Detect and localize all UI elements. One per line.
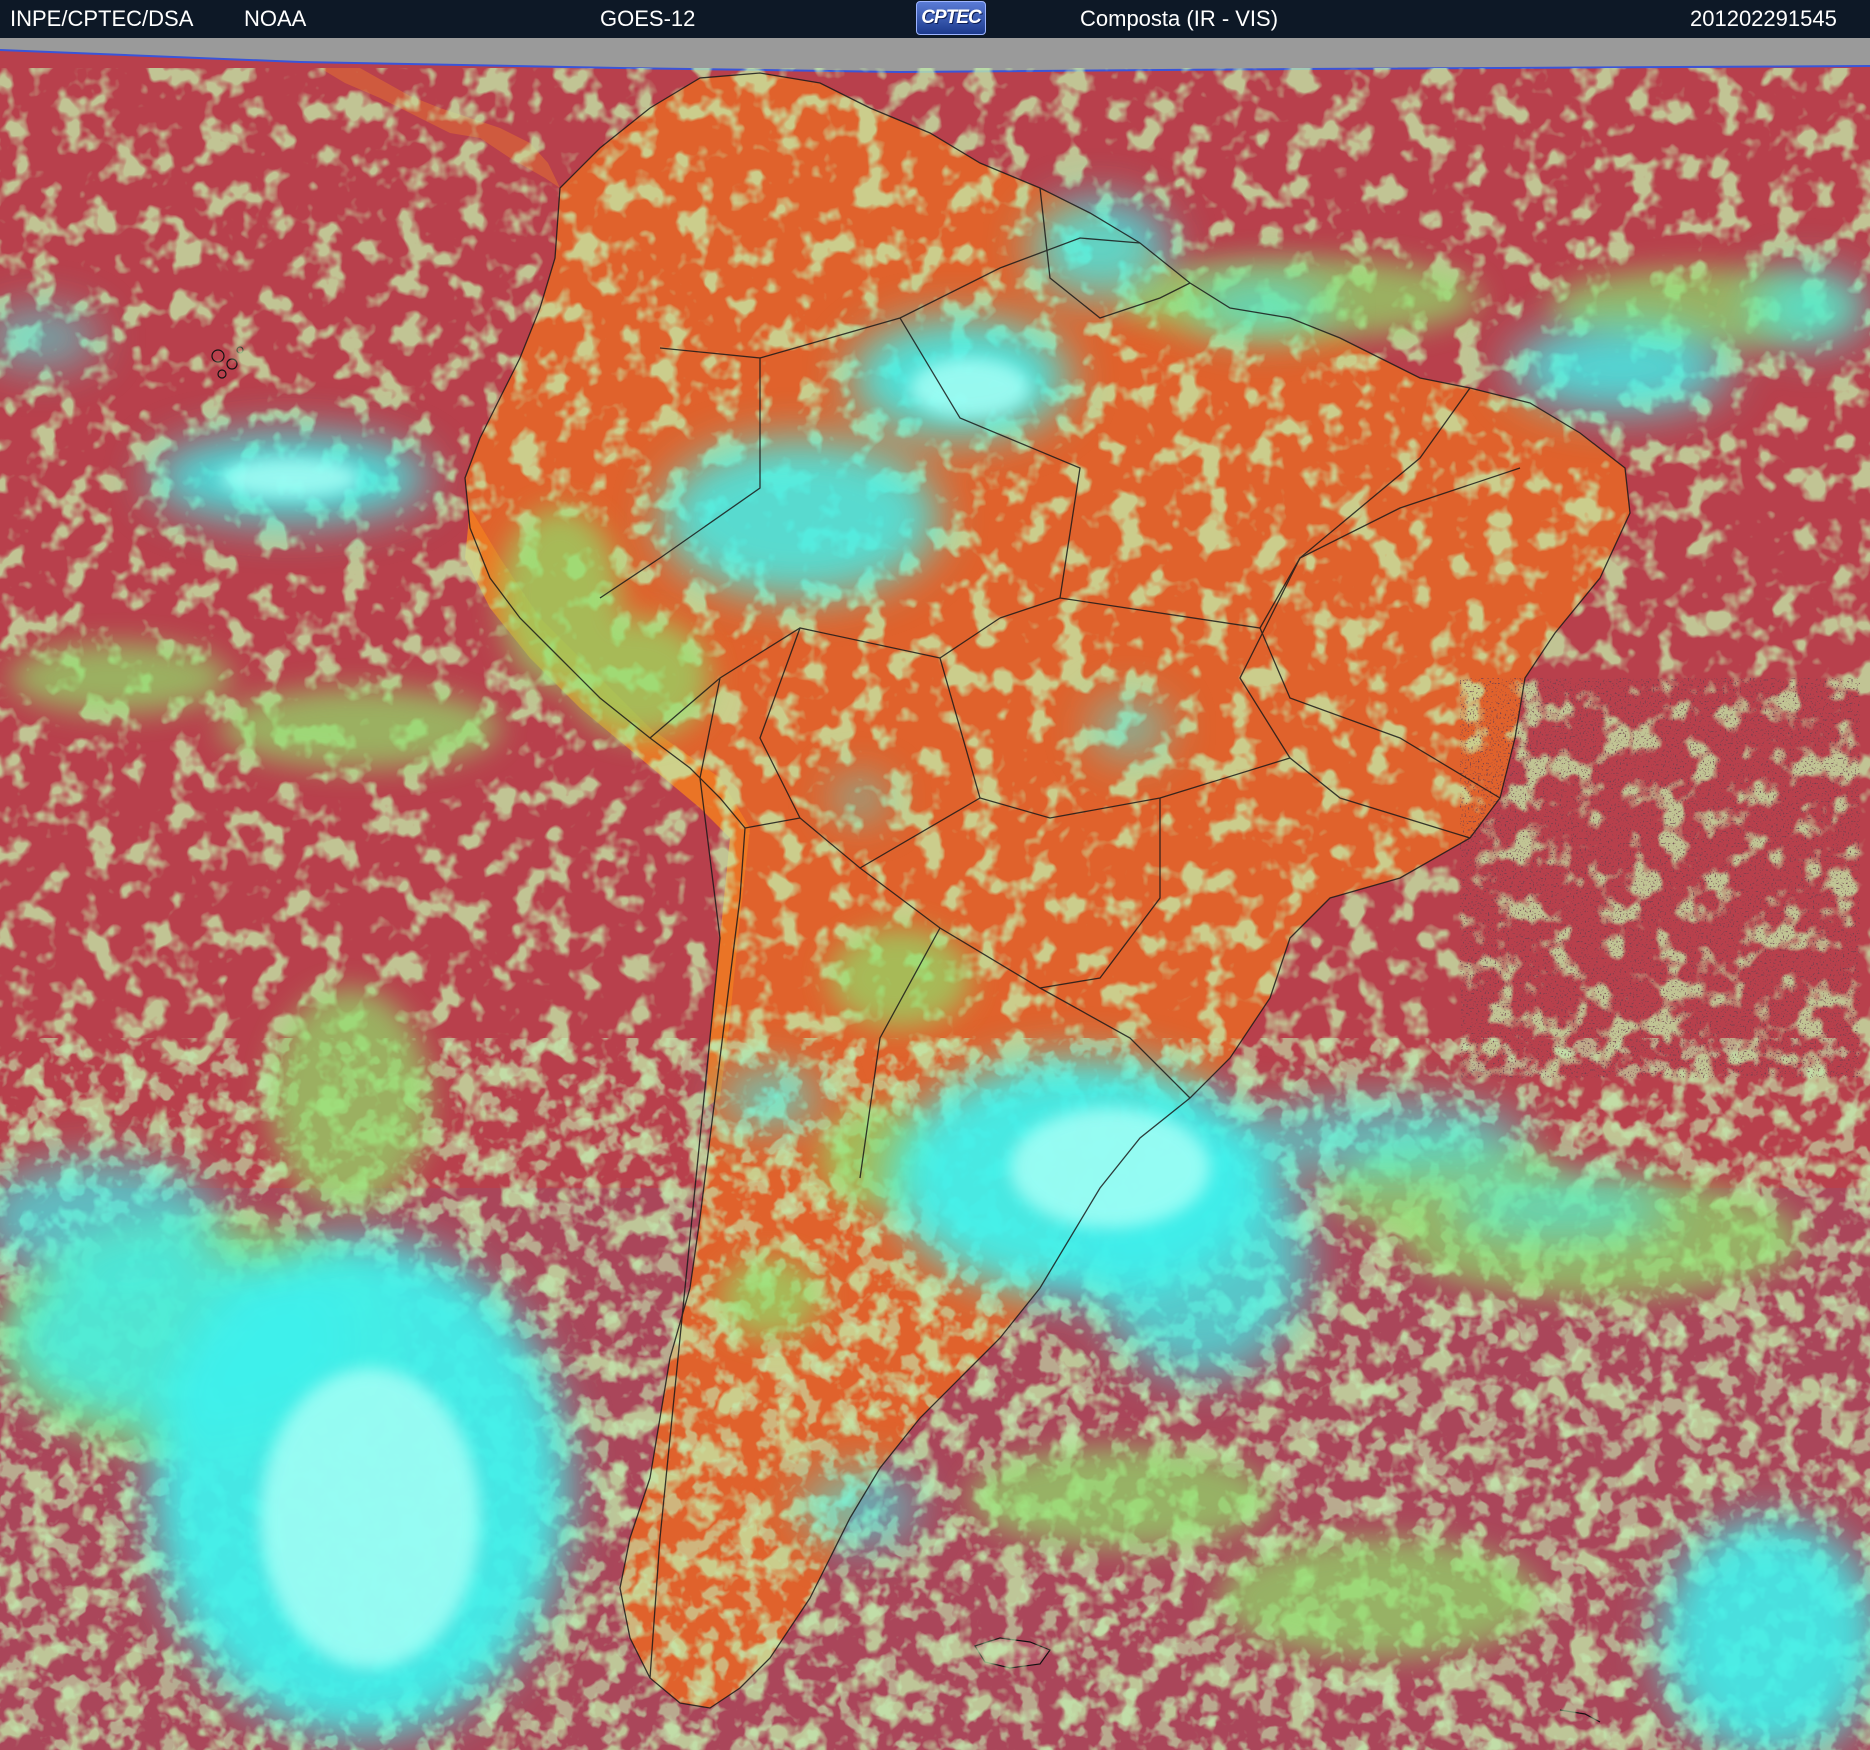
source-label: INPE/CPTEC/DSA [10, 6, 194, 31]
composite-map [0, 38, 1870, 1750]
satellite-label: GOES-12 [600, 6, 696, 31]
satellite-image-page: INPE/CPTEC/DSA NOAA GOES-12 CPTEC Compos… [0, 0, 1870, 1750]
cptec-logo-text: CPTEC [921, 7, 981, 28]
header-bar: INPE/CPTEC/DSA NOAA GOES-12 CPTEC Compos… [0, 0, 1870, 38]
timestamp-label: 201202291545 [1690, 6, 1837, 31]
dark-pixel-field [1460, 678, 1860, 1078]
satellite-imagery[interactable] [0, 38, 1870, 1750]
cptec-logo: CPTEC [916, 1, 986, 35]
product-label: Composta (IR - VIS) [1080, 6, 1279, 31]
agency-label: NOAA [244, 6, 307, 31]
cloud-amazon [660, 438, 940, 598]
